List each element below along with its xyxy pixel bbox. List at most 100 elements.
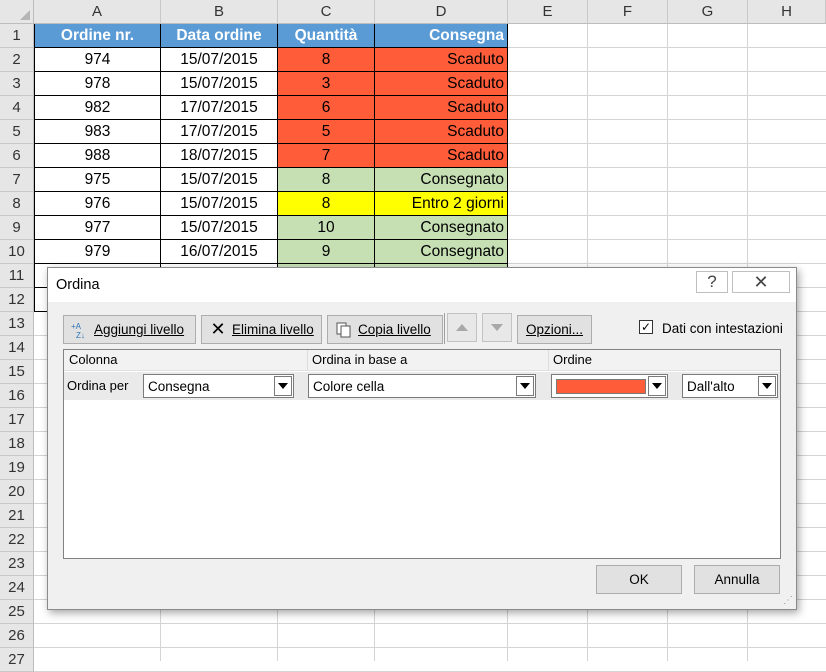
column-select[interactable]: Consegna [143,374,294,398]
cell[interactable]: 983 [34,120,161,144]
cell[interactable]: 988 [34,144,161,168]
cell[interactable]: 975 [34,168,161,192]
copy-level-button[interactable]: Copia livello [327,315,443,344]
options-button[interactable]: Opzioni... [517,315,592,344]
sort-on-select[interactable]: Colore cella [308,374,536,398]
toolbar-separator [444,313,445,344]
cell[interactable]: 17/07/2015 [161,96,278,120]
cell[interactable]: Scaduto [375,48,508,72]
ok-button[interactable]: OK [596,565,682,594]
chevron-down-icon[interactable] [758,376,776,396]
headers-checkbox[interactable]: ✓ [639,320,653,334]
cell[interactable]: 8 [278,192,375,216]
cell[interactable]: 8 [278,168,375,192]
cell[interactable]: 7 [278,144,375,168]
column-header[interactable]: A [34,0,161,24]
column-header[interactable]: B [161,0,278,24]
cell[interactable]: Consegnato [375,168,508,192]
select-all-corner[interactable] [0,0,34,24]
row-header[interactable]: 11 [0,264,34,288]
cell[interactable]: Data ordine [161,24,278,48]
cell[interactable]: 8 [278,48,375,72]
close-button[interactable]: ✕ [732,271,790,293]
color-swatch [556,378,646,394]
row-header[interactable]: 26 [0,624,34,648]
dialog-titlebar[interactable]: Ordina ? ✕ [48,268,796,302]
row-header[interactable]: 25 [0,600,34,624]
cancel-button[interactable]: Annulla [694,565,780,594]
cell[interactable]: 982 [34,96,161,120]
cell[interactable]: 978 [34,72,161,96]
column-header[interactable]: E [508,0,588,24]
cell[interactable]: Consegnato [375,216,508,240]
add-level-button[interactable]: +A Z↓ Aggiungi livello [63,315,196,344]
cell[interactable]: Consegnato [375,240,508,264]
position-select[interactable]: Dall'alto [682,374,778,398]
move-up-button[interactable] [447,313,477,342]
row-header[interactable]: 4 [0,96,34,120]
cell[interactable]: Scaduto [375,120,508,144]
row-header[interactable]: 12 [0,288,34,312]
cell[interactable]: 6 [278,96,375,120]
cell[interactable]: 3 [278,72,375,96]
cell[interactable]: 15/07/2015 [161,192,278,216]
cell[interactable]: 10 [278,216,375,240]
cell[interactable]: 15/07/2015 [161,216,278,240]
cell[interactable]: 976 [34,192,161,216]
cell[interactable]: Scaduto [375,144,508,168]
row-header[interactable]: 10 [0,240,34,264]
cell[interactable]: 18/07/2015 [161,144,278,168]
sort-levels-grid[interactable]: Colonna Ordina in base a Ordine Ordina p… [63,349,781,559]
row-header[interactable]: 27 [0,648,34,672]
column-header[interactable]: C [278,0,375,24]
row-header[interactable]: 7 [0,168,34,192]
row-header[interactable]: 5 [0,120,34,144]
chevron-down-icon[interactable] [648,376,666,396]
row-header[interactable]: 24 [0,576,34,600]
cell[interactable]: 17/07/2015 [161,120,278,144]
row-header[interactable]: 1 [0,24,34,48]
cell[interactable]: 15/07/2015 [161,48,278,72]
cell[interactable]: 974 [34,48,161,72]
row-header[interactable]: 9 [0,216,34,240]
chevron-down-icon[interactable] [274,376,292,396]
row-header[interactable]: 2 [0,48,34,72]
cell[interactable]: 5 [278,120,375,144]
row-header[interactable]: 16 [0,384,34,408]
cell[interactable]: 15/07/2015 [161,72,278,96]
order-color-select[interactable] [551,374,668,398]
row-header[interactable]: 13 [0,312,34,336]
row-header[interactable]: 20 [0,480,34,504]
row-header[interactable]: 14 [0,336,34,360]
row-header[interactable]: 22 [0,528,34,552]
row-header[interactable]: 3 [0,72,34,96]
column-header[interactable]: H [748,0,826,24]
column-header[interactable]: G [668,0,748,24]
row-header[interactable]: 23 [0,552,34,576]
cell[interactable]: Scaduto [375,96,508,120]
delete-level-button[interactable]: ✕ Elimina livello [201,315,322,344]
cell[interactable]: Scaduto [375,72,508,96]
row-header[interactable]: 8 [0,192,34,216]
cell[interactable]: 9 [278,240,375,264]
row-header[interactable]: 17 [0,408,34,432]
cell[interactable]: 15/07/2015 [161,168,278,192]
cell[interactable]: 977 [34,216,161,240]
move-down-button[interactable] [482,313,512,342]
cell[interactable]: 16/07/2015 [161,240,278,264]
row-header[interactable]: 19 [0,456,34,480]
chevron-down-icon[interactable] [516,376,534,396]
resize-grip[interactable]: ⋰ [783,595,793,606]
column-header[interactable]: F [588,0,668,24]
row-header[interactable]: 18 [0,432,34,456]
cell[interactable]: Consegna [375,24,508,48]
row-header[interactable]: 6 [0,144,34,168]
help-button[interactable]: ? [696,271,728,293]
row-header[interactable]: 15 [0,360,34,384]
cell[interactable]: Ordine nr. [34,24,161,48]
cell[interactable]: 979 [34,240,161,264]
cell[interactable]: Entro 2 giorni [375,192,508,216]
cell[interactable]: Quantità [278,24,375,48]
column-header[interactable]: D [375,0,508,24]
row-header[interactable]: 21 [0,504,34,528]
